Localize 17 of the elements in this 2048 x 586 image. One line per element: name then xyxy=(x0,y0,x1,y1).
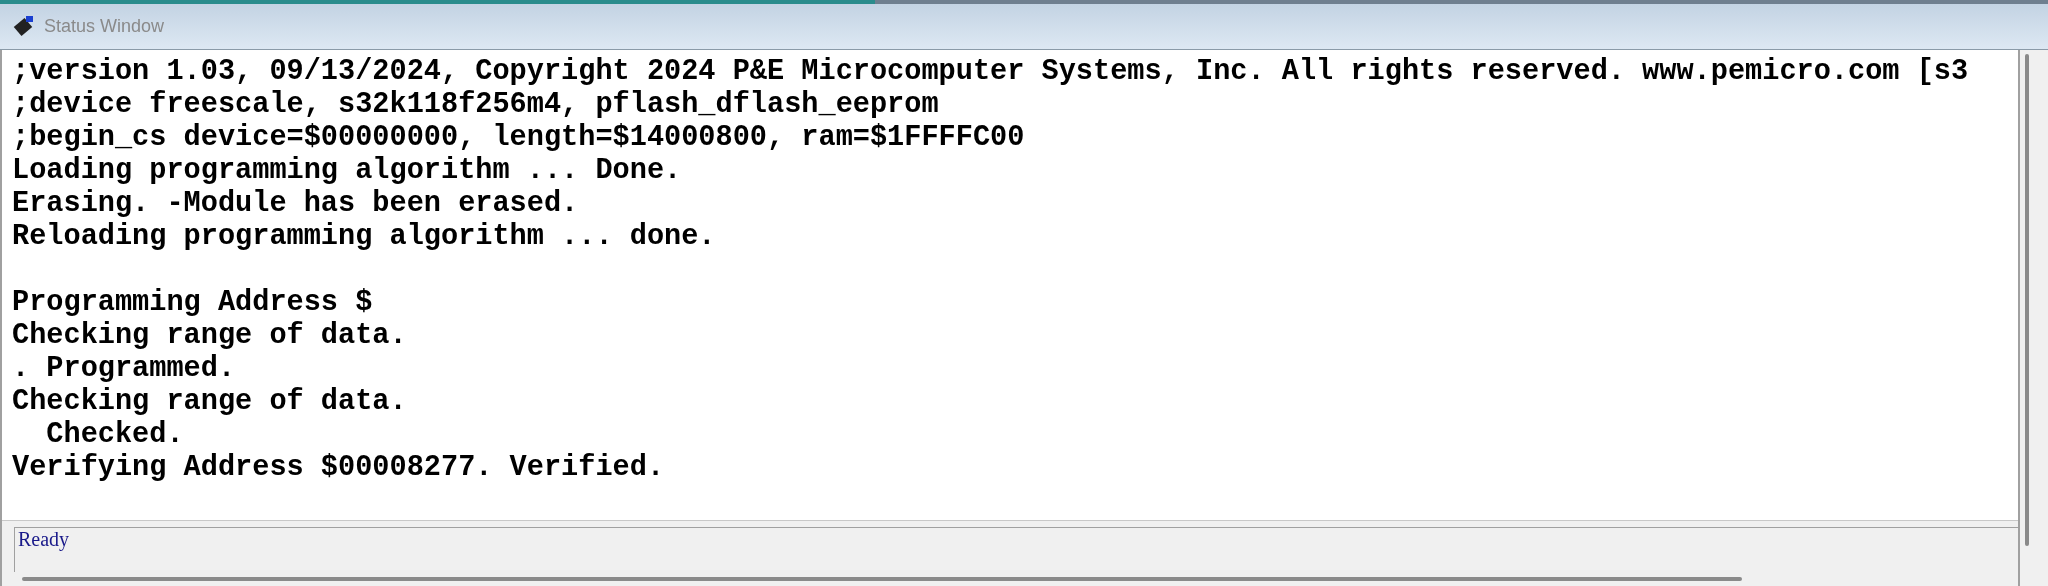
log-line: ;device freescale, s32k118f256m4, pflash_dflash_eeprom xyxy=(12,88,939,121)
log-line: Verifying Address $00008277. Verified. xyxy=(12,451,665,484)
log-line: Loading programming algorithm ... Done. xyxy=(12,154,682,187)
log-line: Checking range of data. xyxy=(12,319,407,352)
log-line: Programming Address $ xyxy=(12,286,373,319)
log-line: ;begin_cs device=$00000000, length=$14000800, ram=$1FFFFC00 xyxy=(12,121,1025,154)
log-line: . Programmed. xyxy=(12,352,236,385)
chip-icon xyxy=(12,14,36,39)
vertical-scrollbar[interactable] xyxy=(2025,54,2029,546)
window-title: Status Window xyxy=(44,15,165,38)
log-line: Checking range of data. xyxy=(12,385,407,418)
log-line: ;version 1.03, 09/13/2024, Copyright 2024 P&E Microcomputer Systems, Inc. All rights reserved. www.pemicro.com [s3 xyxy=(12,55,1969,88)
status-text: Ready xyxy=(18,528,70,550)
log-line: Erasing. -Module has been erased. xyxy=(12,187,579,220)
log-line: Reloading programming algorithm ... done. xyxy=(12,220,716,253)
horizontal-scrollbar[interactable] xyxy=(22,577,1742,581)
log-line: Checked. xyxy=(45,418,184,451)
